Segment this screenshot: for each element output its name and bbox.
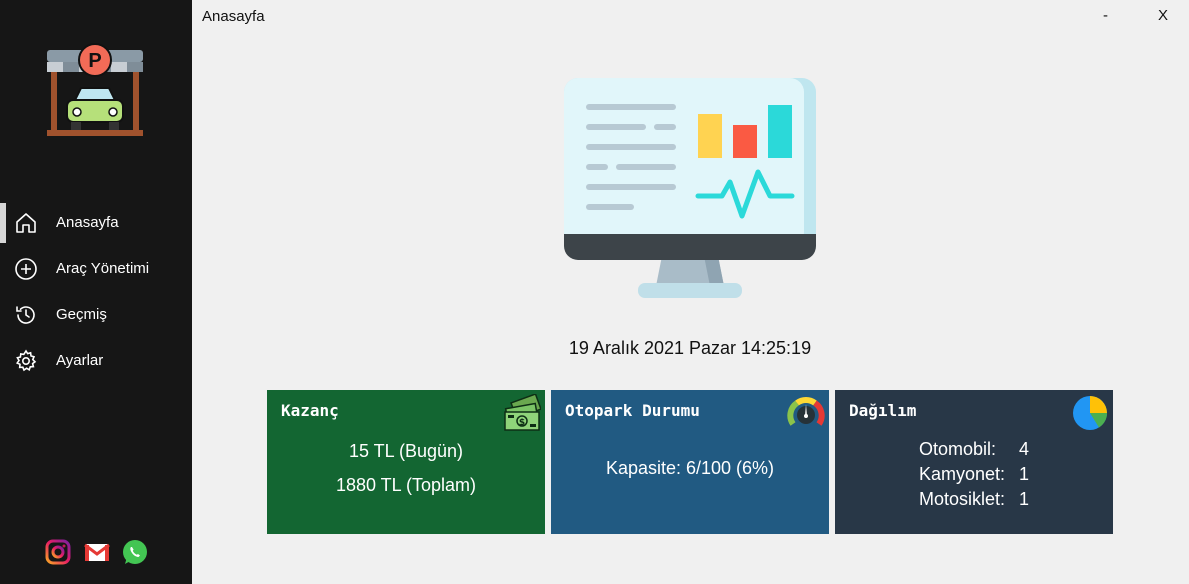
close-button[interactable]: X (1158, 7, 1168, 24)
minimize-button[interactable]: - (1103, 7, 1108, 24)
gmail-icon[interactable] (83, 538, 111, 566)
sidebar-item-ayarlar[interactable]: Ayarlar (0, 338, 192, 384)
distribution-row-motosiklet: Motosiklet: 1 (919, 487, 1029, 512)
distribution-label: Otomobil: (919, 439, 997, 459)
parking-status-card: Otopark Durumu Kapasite: 6/100 (6%) (551, 390, 829, 534)
distribution-value: 1 (1019, 489, 1030, 509)
distribution-value: 1 (1019, 464, 1030, 484)
social-links (44, 538, 154, 566)
sidebar-item-arac-yonetimi[interactable]: Araç Yönetimi (0, 246, 192, 292)
window-titlebar: Anasayfa - X (192, 0, 1189, 34)
whatsapp-icon[interactable] (121, 538, 149, 566)
parking-car-icon: P (45, 42, 145, 140)
parking-capacity: Kapasite: 6/100 (6%) (605, 458, 775, 478)
parking-status-card-title: Otopark Durumu (565, 401, 700, 420)
earnings-total: 1880 TL (Toplam) (335, 475, 477, 495)
gauge-icon (787, 394, 825, 432)
distribution-label: Kamyonet: (919, 464, 1006, 484)
sidebar-item-label: Araç Yönetimi (56, 260, 150, 277)
sidebar-nav: Anasayfa Araç Yönetimi Geçmiş Ayarlar (0, 200, 192, 384)
earnings-card-title: Kazanç (281, 401, 339, 420)
svg-text:P: P (88, 50, 101, 72)
sidebar-item-label: Ayarlar (56, 352, 104, 369)
svg-text:$: $ (519, 418, 525, 428)
history-icon (14, 303, 38, 327)
earnings-today: 15 TL (Bugün) (348, 441, 464, 461)
sidebar-item-gecmis[interactable]: Geçmiş (0, 292, 192, 338)
sidebar-item-label: Geçmiş (56, 306, 107, 323)
distribution-label: Motosiklet: (919, 489, 1006, 509)
gear-icon (14, 349, 38, 373)
distribution-card: Dağılım Otomobil: 4 Kamyonet: 1 Motosiklet… (835, 390, 1113, 534)
monitor-dashboard-icon (564, 76, 816, 300)
plus-circle-icon (14, 257, 38, 281)
sidebar-item-anasayfa[interactable]: Anasayfa (0, 200, 192, 246)
distribution-value: 4 (1019, 439, 1030, 459)
window-title: Anasayfa (202, 8, 265, 25)
earnings-card: Kazanç $ 15 TL (Bugün) 1880 TL (Toplam) (267, 390, 545, 534)
distribution-card-title: Dağılım (849, 401, 917, 420)
instagram-icon[interactable] (44, 538, 72, 566)
distribution-row-otomobil: Otomobil: 4 (919, 437, 1029, 462)
home-icon (14, 211, 38, 235)
current-datetime: 19 Aralık 2021 Pazar 14:25:19 (568, 338, 812, 358)
distribution-row-kamyonet: Kamyonet: 1 (919, 462, 1029, 487)
sidebar: P Anasayfa Araç Yönetimi Geçmiş Ayarlar (0, 0, 192, 584)
pie-chart-icon (1071, 394, 1109, 432)
money-icon: $ (503, 393, 542, 432)
sidebar-item-label: Anasayfa (56, 214, 119, 231)
